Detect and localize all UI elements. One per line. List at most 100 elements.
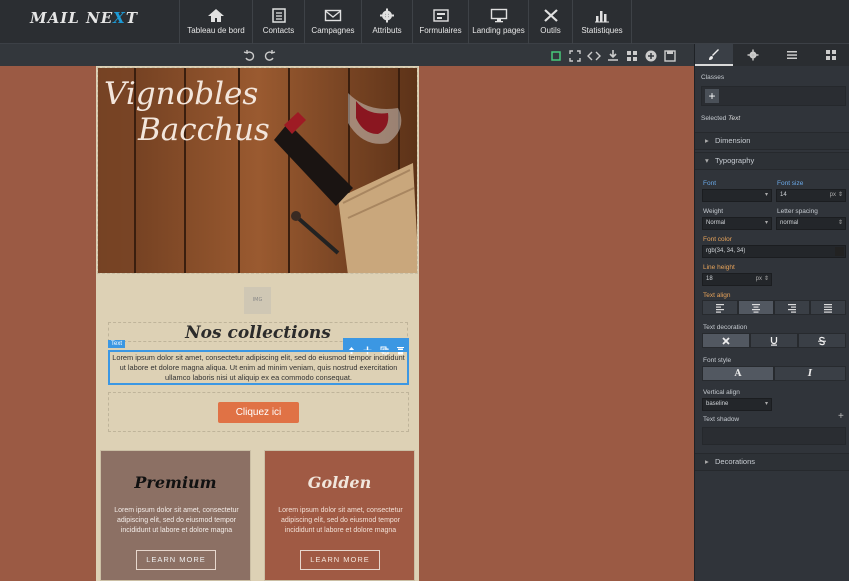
classes-label: Classes: [701, 74, 725, 81]
arrow-up-icon[interactable]: [347, 340, 356, 354]
component-toolbar: [343, 338, 409, 354]
selected-component-badge: Text: [108, 340, 126, 348]
font-select[interactable]: ▾: [702, 189, 772, 202]
nav-outils[interactable]: Outils: [528, 0, 572, 44]
text-shadow-list: [702, 427, 846, 445]
outline-toggle-icon[interactable]: [549, 48, 563, 62]
font-size-label: Font size: [777, 180, 804, 187]
vertical-align-label: Vertical align: [703, 389, 740, 396]
italic-icon: I: [807, 368, 813, 379]
editor-canvas: Vignobles Bacchus IMG Nos collections Te…: [0, 66, 694, 581]
align-justify-button[interactable]: [810, 300, 846, 315]
redo-icon[interactable]: [262, 48, 276, 62]
vertical-align-select[interactable]: baseline ▾: [702, 398, 772, 411]
font-style-normal-button[interactable]: A: [702, 366, 774, 381]
section-decorations[interactable]: ▸ Decorations: [695, 453, 849, 471]
save-icon[interactable]: [663, 48, 677, 62]
tab-style-manager[interactable]: [695, 44, 733, 66]
align-left-button[interactable]: [702, 300, 738, 315]
line-height-label: Line height: [703, 264, 735, 271]
section-typography[interactable]: ▾ Typography: [695, 152, 849, 170]
add-shadow-button[interactable]: +: [838, 411, 844, 422]
card-golden[interactable]: Golden Lorem ipsum dolor sit amet, conse…: [264, 450, 415, 581]
font-color-label: Font color: [703, 236, 732, 243]
align-right-button[interactable]: [774, 300, 810, 315]
tab-blocks[interactable]: [812, 44, 849, 66]
text-decoration-group: [702, 333, 846, 348]
weight-label: Weight: [703, 208, 724, 215]
tab-settings[interactable]: [734, 44, 772, 66]
hero-image[interactable]: Vignobles Bacchus: [97, 67, 418, 274]
nav-attributs[interactable]: Attributs: [361, 0, 412, 44]
card-premium[interactable]: Premium Lorem ipsum dolor sit amet, cons…: [100, 450, 251, 581]
selected-text-block[interactable]: Lorem ipsum dolor sit amet, consectetur …: [108, 350, 409, 385]
caret-right-icon: ▸: [705, 136, 709, 145]
font-style-label: Font style: [703, 357, 732, 364]
panel-tabs: [695, 44, 849, 66]
align-center-icon: [752, 303, 760, 313]
gear-icon: [378, 8, 396, 23]
color-swatch[interactable]: [835, 247, 844, 256]
fullscreen-icon[interactable]: [568, 48, 582, 62]
close-icon: [722, 336, 730, 345]
text-align-group: [702, 300, 846, 315]
text-shadow-label: Text shadow: [703, 416, 740, 423]
text-decoration-label: Text decoration: [703, 324, 748, 331]
image-placeholder[interactable]: IMG: [244, 287, 271, 314]
gear-icon: [747, 49, 759, 61]
align-justify-icon: [824, 303, 832, 313]
envelope-icon: [324, 8, 342, 23]
decoration-strikethrough-button[interactable]: [798, 333, 846, 348]
undo-icon[interactable]: [243, 48, 257, 62]
monitor-icon: [490, 8, 508, 23]
card-title: Premium: [134, 473, 217, 492]
align-left-icon: [716, 303, 724, 313]
move-icon[interactable]: [363, 340, 372, 354]
card-text: Lorem ipsum dolor sit amet, consectetur …: [114, 507, 239, 534]
style-manager-panel: Classes + Selected Text ▸ Dimension ▾ Typo…: [694, 44, 849, 581]
classes-container: +: [701, 86, 846, 106]
line-height-input[interactable]: 18 px ⇕: [702, 273, 772, 286]
blocks-icon[interactable]: [625, 48, 639, 62]
app-logo[interactable]: MAIL NEXT: [30, 9, 138, 27]
decoration-underline-button[interactable]: [750, 333, 798, 348]
decoration-none-button[interactable]: [702, 333, 750, 348]
nav-campagnes[interactable]: Campagnes: [304, 0, 361, 44]
menu-icon: [787, 51, 797, 59]
letter-spacing-input[interactable]: normal ⇕: [776, 217, 846, 230]
caret-right-icon: ▸: [705, 457, 709, 466]
caret-down-icon: ▾: [705, 156, 709, 165]
editor-toolbar: [0, 44, 694, 66]
learn-more-button[interactable]: LEARN MORE: [300, 550, 380, 570]
align-right-icon: [788, 303, 796, 313]
font-style-group: A I: [702, 366, 846, 381]
cta-button[interactable]: Cliquez ici: [218, 402, 299, 423]
add-class-button[interactable]: +: [705, 89, 719, 103]
strikethrough-icon: [818, 336, 826, 345]
tab-layers[interactable]: [773, 44, 811, 66]
nav-formulaires[interactable]: Formulaires: [412, 0, 468, 44]
nav-landing-pages[interactable]: Landing pages: [468, 0, 528, 44]
font-color-input[interactable]: rgb(34, 34, 34): [702, 245, 846, 258]
weight-select[interactable]: Normal ▾: [702, 217, 772, 230]
copy-icon[interactable]: [380, 340, 389, 354]
email-template: Vignobles Bacchus IMG Nos collections Te…: [96, 66, 419, 581]
nav-contacts[interactable]: Contacts: [252, 0, 304, 44]
trash-icon[interactable]: [396, 340, 405, 354]
nav-tableau-de-bord[interactable]: Tableau de bord: [179, 0, 252, 44]
contacts-icon: [270, 8, 288, 23]
nav-statistiques[interactable]: Statistiques: [572, 0, 632, 44]
font-size-input[interactable]: 14 px ⇕: [776, 189, 846, 202]
selected-label: Selected Text: [701, 115, 741, 122]
top-navbar: MAIL NEXT Tableau de bord Contacts Campa…: [0, 0, 849, 44]
learn-more-button[interactable]: LEARN MORE: [136, 550, 216, 570]
grid-icon: [826, 50, 836, 60]
letter-spacing-label: Letter spacing: [777, 208, 818, 215]
download-icon[interactable]: [606, 48, 620, 62]
code-icon[interactable]: [587, 48, 601, 62]
add-circle-icon[interactable]: [644, 48, 658, 62]
font-style-italic-button[interactable]: I: [774, 366, 846, 381]
section-dimension[interactable]: ▸ Dimension: [695, 132, 849, 150]
align-center-button[interactable]: [738, 300, 774, 315]
paintbrush-icon: [709, 49, 719, 60]
